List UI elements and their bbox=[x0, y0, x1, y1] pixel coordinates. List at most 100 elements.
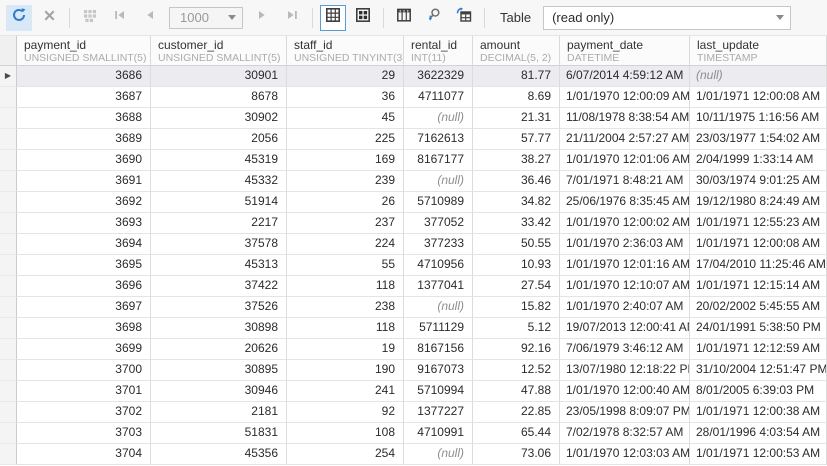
row-selector[interactable] bbox=[0, 318, 17, 339]
cell-staff_id[interactable]: 254 bbox=[287, 444, 404, 465]
cell-amount[interactable]: 57.77 bbox=[473, 129, 560, 150]
cell-rental_id[interactable]: 9167073 bbox=[404, 360, 473, 381]
cell-last_update[interactable]: 2/04/1999 1:33:14 AM bbox=[690, 150, 827, 171]
cell-amount[interactable]: 8.69 bbox=[473, 87, 560, 108]
cell-rental_id[interactable]: 377233 bbox=[404, 234, 473, 255]
column-header-customer_id[interactable]: customer_id UNSIGNED SMALLINT(5) bbox=[151, 36, 287, 65]
cell-amount[interactable]: 81.77 bbox=[473, 66, 560, 87]
cell-payment_id[interactable]: 3690 bbox=[17, 150, 151, 171]
cell-customer_id[interactable]: 37526 bbox=[151, 297, 287, 318]
cell-last_update[interactable]: 24/01/1991 5:38:50 PM bbox=[690, 318, 827, 339]
cell-customer_id[interactable]: 45356 bbox=[151, 444, 287, 465]
refresh-button[interactable] bbox=[6, 4, 32, 31]
cell-amount[interactable]: 34.82 bbox=[473, 192, 560, 213]
cell-last_update[interactable]: 1/01/1971 12:00:08 AM bbox=[690, 87, 827, 108]
cell-customer_id[interactable]: 37422 bbox=[151, 276, 287, 297]
configure-columns-button[interactable] bbox=[391, 5, 417, 31]
column-header-rental_id[interactable]: rental_id INT(11) bbox=[404, 36, 473, 65]
cell-last_update[interactable]: 1/01/1971 12:15:14 AM bbox=[690, 276, 827, 297]
row-selector[interactable] bbox=[0, 255, 17, 276]
cell-customer_id[interactable]: 37578 bbox=[151, 234, 287, 255]
cancel-button[interactable] bbox=[36, 5, 62, 31]
cell-payment_id[interactable]: 3688 bbox=[17, 108, 151, 129]
cell-payment_date[interactable]: 21/11/2004 2:57:27 AM bbox=[560, 129, 690, 150]
cell-payment_date[interactable]: 1/01/1970 12:00:09 AM bbox=[560, 87, 690, 108]
cell-customer_id[interactable]: 51831 bbox=[151, 423, 287, 444]
cell-last_update[interactable]: 1/01/1971 12:00:53 AM bbox=[690, 444, 827, 465]
cell-staff_id[interactable]: 169 bbox=[287, 150, 404, 171]
cell-last_update[interactable]: 8/01/2005 6:39:03 PM bbox=[690, 381, 827, 402]
row-selector[interactable] bbox=[0, 444, 17, 465]
cell-last_update[interactable]: 23/03/1977 1:54:02 AM bbox=[690, 129, 827, 150]
cell-customer_id[interactable]: 2181 bbox=[151, 402, 287, 423]
cell-rental_id[interactable]: 7162613 bbox=[404, 129, 473, 150]
cell-staff_id[interactable]: 29 bbox=[287, 66, 404, 87]
cell-customer_id[interactable]: 2056 bbox=[151, 129, 287, 150]
cell-last_update[interactable]: 31/10/2004 12:51:47 PM bbox=[690, 360, 827, 381]
cell-payment_id[interactable]: 3689 bbox=[17, 129, 151, 150]
cell-payment_id[interactable]: 3694 bbox=[17, 234, 151, 255]
cell-staff_id[interactable]: 118 bbox=[287, 318, 404, 339]
cell-payment_id[interactable]: 3704 bbox=[17, 444, 151, 465]
cell-staff_id[interactable]: 224 bbox=[287, 234, 404, 255]
row-selector[interactable] bbox=[0, 150, 17, 171]
cell-amount[interactable]: 50.55 bbox=[473, 234, 560, 255]
row-selector[interactable] bbox=[0, 171, 17, 192]
cell-rental_id[interactable]: 1377041 bbox=[404, 276, 473, 297]
row-selector[interactable] bbox=[0, 339, 17, 360]
row-selector[interactable]: ▶ bbox=[0, 66, 17, 87]
cell-payment_id[interactable]: 3693 bbox=[17, 213, 151, 234]
first-page-button[interactable] bbox=[107, 5, 133, 31]
cell-payment_date[interactable]: 25/06/1976 8:35:45 AM bbox=[560, 192, 690, 213]
cell-amount[interactable]: 65.44 bbox=[473, 423, 560, 444]
cell-rental_id[interactable]: 5710989 bbox=[404, 192, 473, 213]
cell-payment_date[interactable]: 13/07/1980 12:18:22 PM bbox=[560, 360, 690, 381]
column-header-amount[interactable]: amount DECIMAL(5, 2) bbox=[473, 36, 560, 65]
cell-staff_id[interactable]: 26 bbox=[287, 192, 404, 213]
cell-payment_date[interactable]: 23/05/1998 8:09:07 PM bbox=[560, 402, 690, 423]
cell-payment_date[interactable]: 1/01/1970 12:03:03 AM bbox=[560, 444, 690, 465]
cell-last_update[interactable]: 17/04/2010 11:25:46 AM bbox=[690, 255, 827, 276]
cell-last_update[interactable]: 1/01/1971 12:00:08 AM bbox=[690, 234, 827, 255]
cell-amount[interactable]: 73.06 bbox=[473, 444, 560, 465]
cell-customer_id[interactable]: 30898 bbox=[151, 318, 287, 339]
cell-payment_date[interactable]: 11/08/1978 8:38:54 AM bbox=[560, 108, 690, 129]
cell-customer_id[interactable]: 30901 bbox=[151, 66, 287, 87]
cell-staff_id[interactable]: 92 bbox=[287, 402, 404, 423]
cell-payment_id[interactable]: 3691 bbox=[17, 171, 151, 192]
cell-payment_date[interactable]: 7/06/1979 3:46:12 AM bbox=[560, 339, 690, 360]
cell-payment_date[interactable]: 1/01/1970 12:00:40 AM bbox=[560, 381, 690, 402]
cell-rental_id[interactable]: 5711129 bbox=[404, 318, 473, 339]
cell-last_update[interactable]: 19/12/1980 8:24:49 AM bbox=[690, 192, 827, 213]
cell-payment_id[interactable]: 3700 bbox=[17, 360, 151, 381]
cell-staff_id[interactable]: 36 bbox=[287, 87, 404, 108]
cell-amount[interactable]: 92.16 bbox=[473, 339, 560, 360]
cell-customer_id[interactable]: 2217 bbox=[151, 213, 287, 234]
cell-rental_id[interactable]: 4710956 bbox=[404, 255, 473, 276]
cell-rental_id[interactable]: (null) bbox=[404, 171, 473, 192]
row-selector[interactable] bbox=[0, 129, 17, 150]
cell-payment_date[interactable]: 1/01/1970 12:10:07 AM bbox=[560, 276, 690, 297]
cell-rental_id[interactable]: 5710994 bbox=[404, 381, 473, 402]
cell-amount[interactable]: 36.46 bbox=[473, 171, 560, 192]
cell-amount[interactable]: 5.12 bbox=[473, 318, 560, 339]
row-selector[interactable] bbox=[0, 276, 17, 297]
row-selector[interactable] bbox=[0, 234, 17, 255]
cell-last_update[interactable]: 10/11/1975 1:16:56 AM bbox=[690, 108, 827, 129]
cell-staff_id[interactable]: 19 bbox=[287, 339, 404, 360]
cell-payment_id[interactable]: 3695 bbox=[17, 255, 151, 276]
row-limit-select[interactable]: 1000 bbox=[169, 6, 243, 29]
column-header-staff_id[interactable]: staff_id UNSIGNED TINYINT(3) bbox=[287, 36, 404, 65]
cell-payment_date[interactable]: 19/07/2013 12:00:41 AM bbox=[560, 318, 690, 339]
cell-payment_id[interactable]: 3696 bbox=[17, 276, 151, 297]
cell-staff_id[interactable]: 241 bbox=[287, 381, 404, 402]
cell-amount[interactable]: 38.27 bbox=[473, 150, 560, 171]
row-selector[interactable] bbox=[0, 87, 17, 108]
cell-payment_id[interactable]: 3692 bbox=[17, 192, 151, 213]
cell-payment_date[interactable]: 1/01/1970 12:00:02 AM bbox=[560, 213, 690, 234]
cell-customer_id[interactable]: 30946 bbox=[151, 381, 287, 402]
grid-view-button[interactable] bbox=[320, 4, 346, 31]
last-page-button[interactable] bbox=[279, 5, 305, 31]
cell-rental_id[interactable]: 1377227 bbox=[404, 402, 473, 423]
fetch-all-rows-button[interactable] bbox=[77, 5, 103, 31]
